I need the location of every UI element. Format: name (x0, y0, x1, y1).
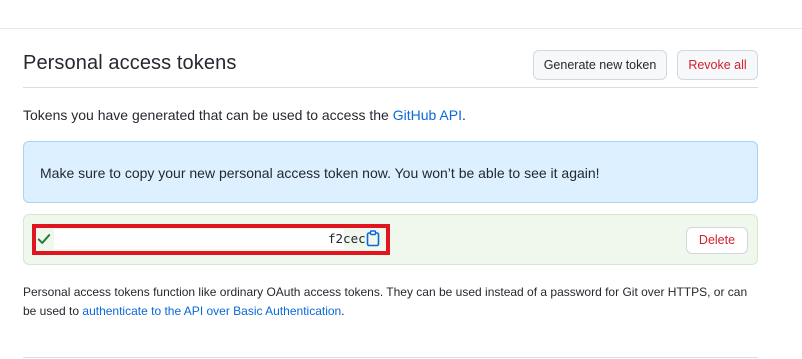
copy-warning-flash: Make sure to copy your new personal acce… (23, 141, 758, 203)
title-row: Personal access tokens Generate new toke… (23, 50, 758, 88)
github-api-link[interactable]: GitHub API (393, 107, 462, 123)
bottom-divider (23, 357, 758, 358)
redaction-highlight-box (32, 224, 390, 255)
intro-text-body: Tokens you have generated that can be us… (23, 107, 393, 123)
page-title: Personal access tokens (23, 52, 237, 74)
generate-new-token-button[interactable]: Generate new token (533, 50, 667, 80)
basic-auth-link[interactable]: authenticate to the API over Basic Authe… (82, 304, 341, 318)
title-divider (23, 87, 758, 88)
footnote-text: Personal access tokens function like ord… (23, 283, 758, 321)
footnote-suffix: . (341, 304, 345, 318)
flash-message: Make sure to copy your new personal acce… (40, 165, 600, 181)
new-token-row: f2cec Delete (23, 214, 758, 265)
intro-suffix: . (461, 107, 466, 123)
revoke-all-button[interactable]: Revoke all (677, 50, 758, 80)
delete-token-button[interactable]: Delete (686, 227, 748, 254)
intro-text: Tokens you have generated that can be us… (23, 107, 466, 123)
tokens-page: Personal access tokens Generate new toke… (23, 0, 758, 359)
